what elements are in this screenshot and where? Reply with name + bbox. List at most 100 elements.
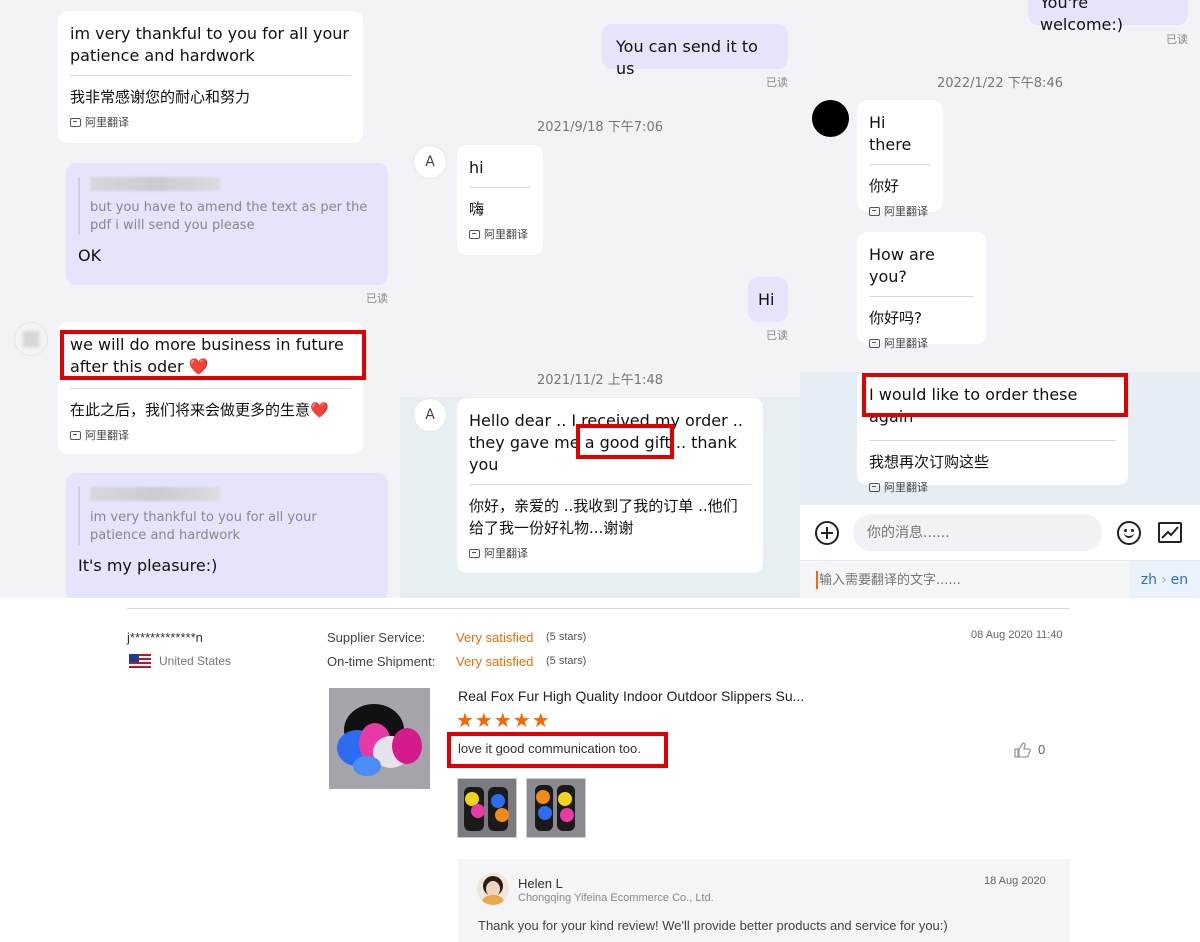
supplier-service-label: Supplier Service: (327, 630, 426, 645)
image-icon[interactable] (1158, 522, 1182, 543)
message-input[interactable] (853, 514, 1102, 551)
supplier-service-stars: (5 stars) (546, 631, 587, 643)
translate-input[interactable] (819, 565, 1119, 595)
message-bubble-outgoing: You can send it to us (602, 24, 788, 78)
avatar[interactable] (812, 100, 849, 137)
avatar-letter: A (425, 407, 435, 423)
shipment-value: Very satisfied (456, 654, 534, 669)
chat-panel-right: You're welcome:) 已读 2022/1/22 下午8:46 Hi … (800, 0, 1200, 598)
reply-date: 18 Aug 2020 (984, 875, 1046, 887)
message-translation: 我想再次订购这些 (869, 453, 990, 471)
message-text: You can send it to us (616, 37, 758, 78)
review-photo-thumbnail[interactable] (457, 778, 517, 838)
language-toggle[interactable]: zh › en (1129, 561, 1200, 598)
translate-icon (70, 430, 81, 440)
reply-text: OK (78, 246, 102, 265)
translate-icon (869, 338, 880, 348)
quoted-message: im very thankful to you for all your pat… (78, 487, 376, 545)
text-cursor (816, 571, 818, 589)
message-text: hi (469, 158, 484, 177)
seller-company: Chongqing Yifeina Ecommerce Co., Ltd. (518, 892, 714, 904)
divider (70, 388, 351, 389)
message-translation: 你好 (869, 177, 900, 195)
reviewer-name: j*************n (127, 630, 203, 645)
lang-to: en (1170, 572, 1189, 588)
message-translation: 你好吗? (869, 309, 922, 327)
read-status: 已读 (366, 292, 388, 305)
avatar[interactable]: A (413, 145, 447, 179)
message-text: Hi there (869, 113, 912, 154)
chat-panel-left: im very thankful to you for all your pat… (0, 0, 400, 598)
timestamp: 2021/9/18 下午7:06 (537, 120, 663, 135)
message-input-bar (800, 505, 1200, 560)
divider (869, 440, 1116, 441)
read-status: 已读 (766, 76, 788, 89)
read-status: 已读 (766, 329, 788, 342)
translate-input-bar: zh › en (800, 560, 1200, 598)
translate-link[interactable]: 阿里翻译 (869, 203, 931, 219)
lang-from: zh (1140, 572, 1158, 588)
translate-label: 阿里翻译 (884, 481, 928, 494)
divider (469, 187, 531, 188)
highlight-box (447, 732, 668, 768)
reply-text: Thank you for your kind review! We'll pr… (478, 918, 948, 933)
message-translation: 你好，亲爱的 ..我收到了我的订单 ..他们给了我一份好礼物...谢谢 (469, 497, 738, 537)
seller-name: Helen L (518, 876, 563, 891)
message-text: im very thankful to you for all your pat… (70, 24, 349, 65)
divider (469, 484, 751, 485)
divider (869, 296, 974, 297)
highlight-box (576, 424, 674, 459)
message-text: How are you? (869, 245, 935, 286)
message-bubble-outgoing: Hi (748, 277, 788, 322)
translate-link[interactable]: 阿里翻译 (869, 335, 974, 351)
shipment-stars: (5 stars) (546, 655, 587, 667)
translate-link[interactable]: 阿里翻译 (869, 479, 1116, 495)
add-icon[interactable] (815, 521, 839, 545)
quote-text: im very thankful to you for all your pat… (90, 510, 317, 543)
blurred-avatar-icon (23, 331, 39, 347)
timestamp: 2021/11/2 上午1:48 (537, 373, 663, 388)
divider (127, 608, 1070, 609)
blurred-name (90, 177, 220, 191)
quote-text: but you have to amend the text as per th… (90, 200, 368, 233)
star-rating: ★★★★★ (456, 708, 551, 732)
translate-label: 阿里翻译 (484, 547, 528, 560)
product-title[interactable]: Real Fox Fur High Quality Indoor Outdoor… (458, 688, 804, 704)
emoji-icon[interactable] (1117, 521, 1141, 545)
chat-panel-middle: You can send it to us 已读 2021/9/18 下午7:0… (400, 0, 800, 598)
translate-label: 阿里翻译 (484, 228, 528, 241)
reply-bubble: but you have to amend the text as per th… (66, 163, 388, 285)
message-bubble-outgoing: You're welcome:) (1028, 0, 1188, 34)
message-bubble: How are you? 你好吗? 阿里翻译 (857, 232, 986, 350)
avatar-letter: A (425, 154, 435, 170)
message-bubble: Hi there 你好 阿里翻译 (857, 100, 943, 218)
message-translation: 嗨 (469, 200, 485, 218)
translate-link[interactable]: 阿里翻译 (70, 114, 351, 130)
reply-text: It's my pleasure:) (78, 556, 218, 575)
quoted-message: but you have to amend the text as per th… (78, 177, 376, 235)
message-translation: 在此之后，我们将来会做更多的生意❤️ (70, 401, 329, 419)
review-photo-thumbnail[interactable] (526, 778, 586, 838)
translate-link[interactable]: 阿里翻译 (70, 427, 351, 443)
review-date: 08 Aug 2020 11:40 (971, 629, 1063, 641)
like-count: 0 (1038, 742, 1046, 757)
divider (869, 164, 931, 165)
shipment-label: On-time Shipment: (327, 654, 436, 669)
divider (70, 75, 351, 76)
seller-avatar (477, 873, 509, 905)
highlight-box (60, 330, 366, 380)
timestamp: 2022/1/22 下午8:46 (937, 76, 1063, 91)
avatar[interactable] (14, 322, 48, 356)
message-bubble: hi 嗨 阿里翻译 (457, 145, 543, 255)
translate-icon (70, 117, 81, 127)
supplier-service-value: Very satisfied (456, 630, 534, 645)
seller-reply: Helen L Chongqing Yifeina Ecommerce Co.,… (458, 859, 1070, 942)
avatar[interactable]: A (413, 398, 447, 432)
translate-link[interactable]: 阿里翻译 (469, 545, 751, 561)
translate-link[interactable]: 阿里翻译 (469, 226, 531, 242)
translate-icon (869, 206, 880, 216)
message-text: You're welcome:) (1040, 0, 1124, 34)
product-review: j*************n United States Supplier S… (0, 598, 1200, 942)
product-image[interactable] (329, 688, 430, 789)
thumbs-up-icon[interactable] (1013, 741, 1031, 759)
